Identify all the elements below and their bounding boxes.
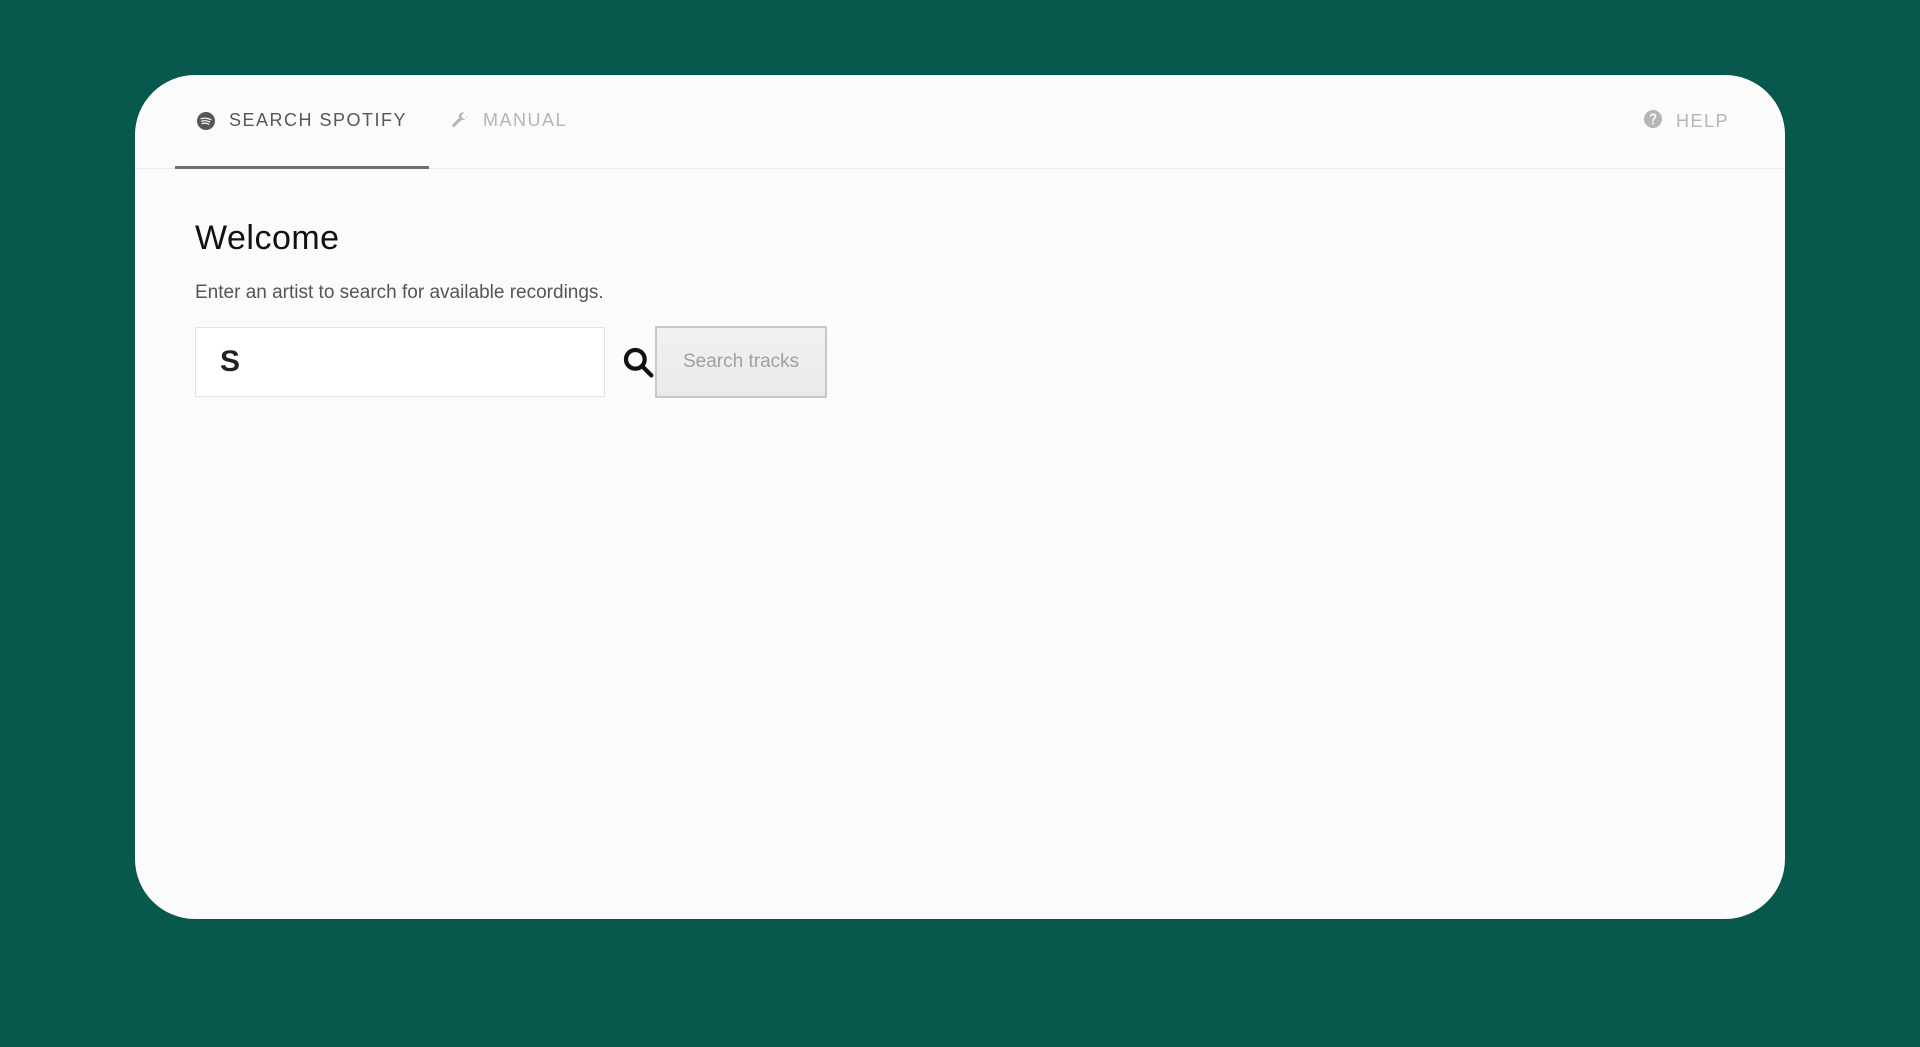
search-tracks-button[interactable]: Search tracks <box>655 326 827 398</box>
content-area: Welcome Enter an artist to search for av… <box>135 169 1785 448</box>
wrench-icon <box>451 112 469 130</box>
tab-search-spotify[interactable]: SEARCH SPOTIFY <box>175 76 429 169</box>
tab-label: MANUAL <box>483 110 567 131</box>
help-link[interactable]: HELP <box>1608 110 1765 133</box>
help-icon <box>1644 110 1662 133</box>
instruction-text: Enter an artist to search for available … <box>195 282 1725 304</box>
tab-bar: SEARCH SPOTIFY MANUAL HELP <box>135 75 1785 169</box>
artist-search-input[interactable] <box>220 345 622 379</box>
tab-manual[interactable]: MANUAL <box>429 76 589 169</box>
search-box <box>195 327 605 397</box>
search-icon <box>622 346 654 378</box>
help-label: HELP <box>1676 111 1729 132</box>
search-row: Search tracks <box>195 326 1725 398</box>
tab-label: SEARCH SPOTIFY <box>229 110 407 131</box>
main-panel: SEARCH SPOTIFY MANUAL HELP Welcome Enter… <box>135 75 1785 919</box>
page-title: Welcome <box>195 219 1725 258</box>
spotify-icon <box>197 112 215 130</box>
